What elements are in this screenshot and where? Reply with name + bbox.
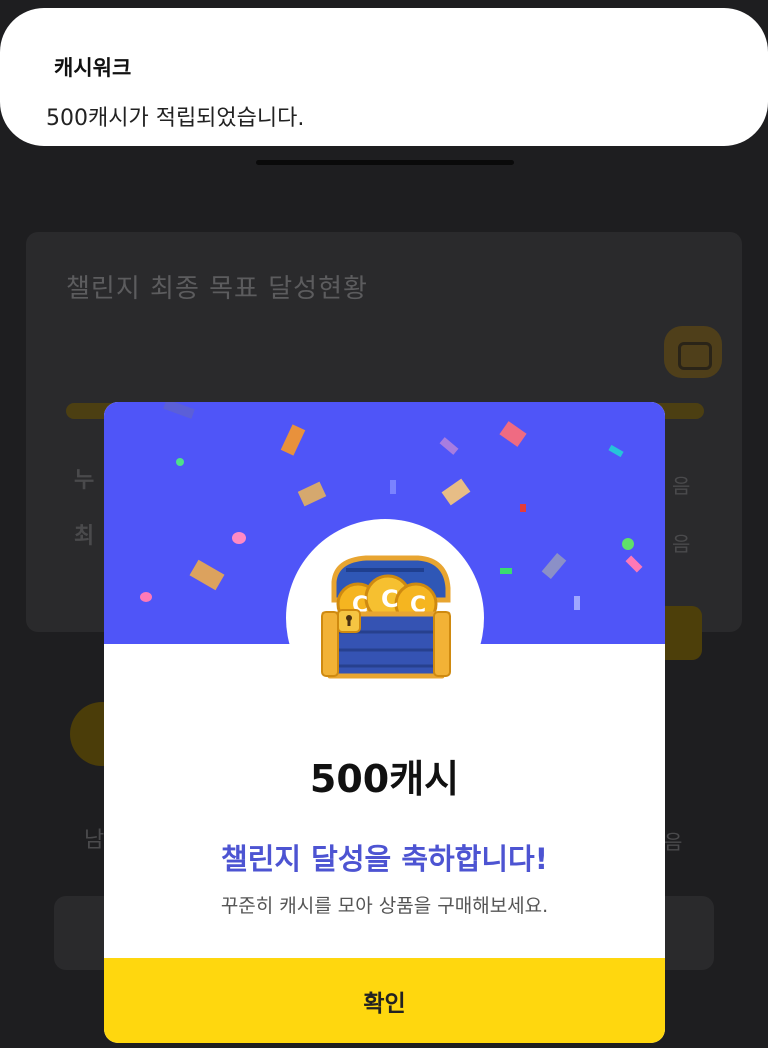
confetti-piece (280, 424, 306, 456)
modal-title: 챌린지 달성을 축하합니다! (221, 842, 548, 876)
confetti-piece (297, 481, 327, 507)
row-value: 음 (672, 532, 691, 556)
svg-text:C: C (381, 585, 399, 613)
confetti-piece (625, 555, 643, 573)
reward-amount: 500캐시 (309, 757, 460, 801)
row-label: 남 (84, 828, 105, 853)
confetti-piece (176, 458, 184, 466)
confetti-piece (574, 596, 580, 610)
modal-subtitle: 꾸준히 캐시를 모아 상품을 구매해보세요. (220, 895, 549, 917)
confetti-piece (441, 478, 471, 506)
confetti-piece (500, 568, 512, 574)
confetti-piece (608, 444, 624, 458)
confetti-piece (520, 504, 526, 512)
background-chest-icon (664, 326, 722, 378)
notification-handle[interactable] (256, 160, 514, 165)
confetti-piece (163, 402, 195, 419)
confetti-piece (439, 437, 459, 455)
treasure-chest-icon: C C C (321, 555, 451, 679)
confetti-piece (541, 552, 567, 580)
confetti-piece (622, 538, 634, 550)
notification-app-name: 캐시워크 (54, 56, 132, 80)
confetti-piece (189, 559, 225, 591)
row-value: 음 (672, 474, 691, 498)
push-notification[interactable]: 캐시워크 500캐시가 적립되었습니다. (0, 8, 768, 146)
row-label: 누 (74, 468, 95, 493)
notification-message: 500캐시가 적립되었습니다. (46, 106, 305, 131)
confetti-piece (232, 532, 246, 544)
confetti-piece (390, 480, 396, 494)
row-value: 음 (664, 830, 683, 854)
confirm-button[interactable]: 확인 (104, 958, 665, 1043)
confetti-piece (499, 421, 527, 447)
challenge-section-title: 챌린지 최종 목표 달성현황 (66, 274, 368, 304)
confetti-piece (140, 592, 152, 602)
row-label: 최 (74, 524, 95, 549)
reward-modal: C C C 500캐시 챌린지 달성을 축하합니다! 꾸준히 캐시를 모아 상품… (104, 402, 665, 1043)
